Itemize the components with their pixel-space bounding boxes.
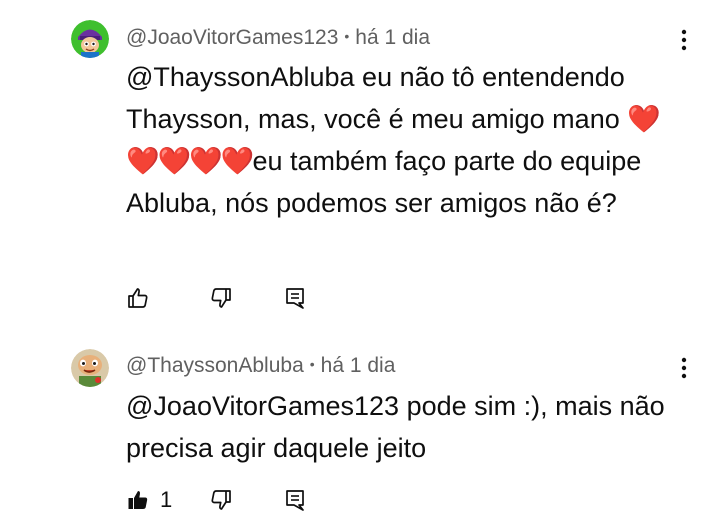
avatar[interactable] xyxy=(71,349,109,387)
like-button[interactable] xyxy=(126,283,150,313)
thumbs-down-icon xyxy=(211,490,231,510)
reply-button[interactable] xyxy=(283,485,307,515)
comment-author[interactable]: @ThayssonAbluba xyxy=(126,354,304,377)
dislike-button[interactable] xyxy=(209,283,233,313)
more-options-button[interactable] xyxy=(674,354,694,382)
comment-text: @ThayssonAbluba eu não tô entendendo Tha… xyxy=(126,56,686,224)
green-cartoon-avatar-icon xyxy=(71,20,109,58)
thumbs-up-filled-icon xyxy=(128,491,148,509)
more-vertical-icon xyxy=(681,357,687,379)
reply-button[interactable] xyxy=(283,283,307,313)
comment-meta: @JoaoVitorGames123 • há 1 dia xyxy=(126,26,430,50)
comment-time: há 1 dia xyxy=(320,354,396,377)
thumbs-down-icon xyxy=(211,288,231,308)
more-vertical-icon xyxy=(681,29,687,51)
reply-comment-icon xyxy=(286,490,304,511)
reply-comment-icon xyxy=(286,288,304,309)
thumbs-up-icon xyxy=(128,288,148,308)
comment-text: @JoaoVitorGames123 pode sim :), mais não… xyxy=(126,385,686,469)
comment-meta: @ThayssonAbluba • há 1 dia xyxy=(126,354,395,378)
comment-author[interactable]: @JoaoVitorGames123 xyxy=(126,26,338,49)
mention-link[interactable]: @ThayssonAbluba xyxy=(126,62,355,92)
like-button[interactable]: 1 xyxy=(126,485,172,515)
mention-link[interactable]: @JoaoVitorGames123 xyxy=(126,391,399,421)
separator-dot: • xyxy=(344,28,350,44)
separator-dot: • xyxy=(309,356,315,372)
comment-time: há 1 dia xyxy=(355,26,431,49)
dislike-button[interactable] xyxy=(209,485,233,515)
like-count: 1 xyxy=(160,487,173,512)
avatar[interactable] xyxy=(71,20,109,58)
cartoon-character-avatar-icon xyxy=(71,349,109,387)
more-options-button[interactable] xyxy=(674,26,694,54)
